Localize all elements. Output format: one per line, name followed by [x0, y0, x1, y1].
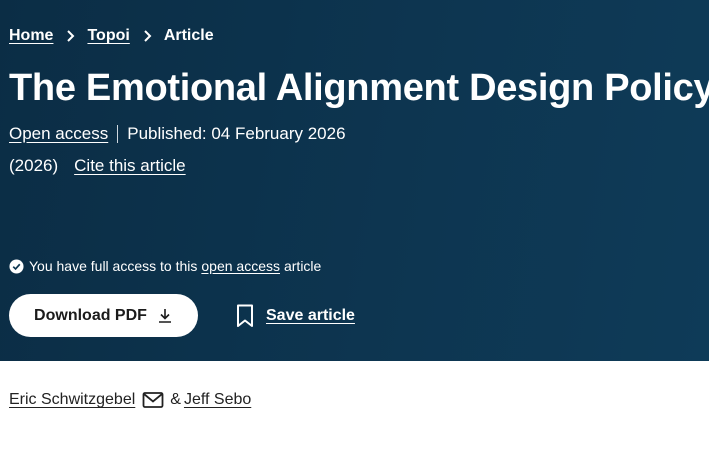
published-date: Published: 04 February 2026: [127, 124, 346, 143]
author-separator: &: [170, 391, 181, 408]
article-year: (2026): [9, 156, 59, 175]
author-link-2[interactable]: Jeff Sebo: [184, 391, 251, 409]
page-title: The Emotional Alignment Design Policy: [9, 67, 709, 109]
download-icon: [158, 308, 171, 323]
mail-icon[interactable]: [142, 391, 164, 409]
save-article-label: Save article: [266, 307, 355, 324]
access-notice-prefix: You have full access to this: [29, 258, 198, 274]
chevron-right-icon: [144, 30, 152, 42]
check-circle-icon: [9, 258, 24, 274]
chevron-right-icon: [67, 30, 75, 42]
breadcrumb-current: Article: [163, 27, 214, 44]
bookmark-icon: [237, 304, 253, 327]
breadcrumb-topoi[interactable]: Topoi: [87, 27, 129, 45]
save-article-button[interactable]: Save article: [236, 304, 355, 328]
access-notice: You have full access to this open access…: [9, 258, 321, 274]
article-citation-row: (2026) Cite this article: [9, 156, 186, 176]
article-hero: Home Topoi Article The Emotional Alignme…: [0, 0, 709, 361]
cite-article-link[interactable]: Cite this article: [74, 156, 185, 176]
author-link-1[interactable]: Eric Schwitzgebel: [9, 391, 135, 409]
access-open-access-link[interactable]: open access: [201, 258, 280, 274]
meta-divider: [117, 125, 119, 143]
breadcrumb-home[interactable]: Home: [9, 27, 53, 45]
download-pdf-button[interactable]: Download PDF: [9, 294, 198, 337]
author-list: Eric Schwitzgebel & Jeff Sebo: [9, 391, 251, 409]
article-meta: Open access Published: 04 February 2026: [9, 124, 346, 144]
open-access-link[interactable]: Open access: [9, 124, 108, 144]
access-notice-suffix: article: [283, 258, 322, 274]
breadcrumb: Home Topoi Article: [9, 27, 214, 45]
download-pdf-label: Download PDF: [34, 306, 147, 324]
